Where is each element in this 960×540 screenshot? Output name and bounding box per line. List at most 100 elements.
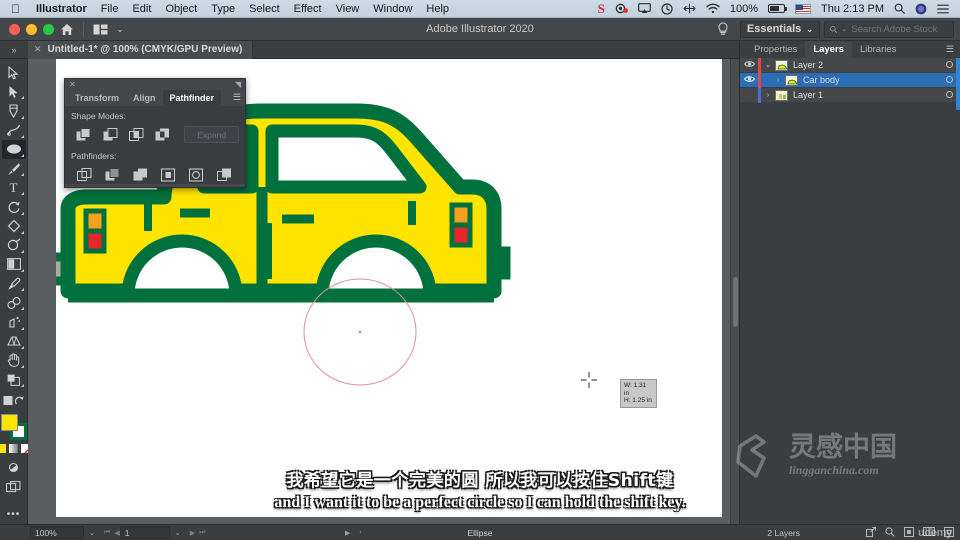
menu-type[interactable]: Type bbox=[204, 0, 242, 18]
collapse-panel-icon[interactable]: » bbox=[0, 41, 28, 59]
back-icon[interactable]: ‹ bbox=[359, 529, 361, 537]
hand-tool[interactable] bbox=[2, 351, 26, 370]
us-flag-icon[interactable] bbox=[790, 3, 816, 14]
trim-button[interactable] bbox=[99, 165, 126, 184]
menu-effect[interactable]: Effect bbox=[287, 0, 329, 18]
apple-logo-icon[interactable]:  bbox=[0, 3, 29, 15]
gradient-swatch-icon[interactable] bbox=[9, 444, 18, 454]
menu-window[interactable]: Window bbox=[366, 0, 419, 18]
blend-tool[interactable] bbox=[2, 293, 26, 312]
layer-row-car-body[interactable]: › Car body bbox=[740, 72, 960, 88]
workspace-switcher[interactable]: Essentials ⌄ bbox=[739, 20, 820, 38]
canvas-vertical-scrollbar[interactable] bbox=[730, 59, 739, 524]
share-icon[interactable] bbox=[866, 526, 876, 539]
menu-edit[interactable]: Edit bbox=[125, 0, 158, 18]
resolution-icon[interactable] bbox=[678, 3, 701, 14]
tab-pathfinder[interactable]: Pathfinder bbox=[162, 90, 222, 106]
paintbrush-tool[interactable] bbox=[2, 159, 26, 178]
visibility-toggle-icon[interactable] bbox=[740, 60, 758, 70]
close-window-button[interactable] bbox=[9, 23, 20, 35]
artboard-icon[interactable] bbox=[904, 526, 914, 539]
layer-name[interactable]: Car body bbox=[803, 75, 938, 85]
home-icon[interactable] bbox=[54, 18, 80, 41]
fill-swatch[interactable] bbox=[0, 414, 18, 432]
draw-mode-icon[interactable] bbox=[2, 458, 26, 477]
minimize-window-button[interactable] bbox=[26, 23, 37, 35]
layer-row-layer1[interactable]: › Layer 1 bbox=[740, 87, 960, 103]
tab-libraries[interactable]: Libraries bbox=[852, 41, 904, 58]
time-machine-icon[interactable] bbox=[656, 2, 678, 15]
gradient-tool[interactable] bbox=[2, 255, 26, 274]
menu-help[interactable]: Help bbox=[419, 0, 456, 18]
unite-button[interactable] bbox=[71, 125, 96, 144]
menu-file[interactable]: File bbox=[94, 0, 126, 18]
tab-transform[interactable]: Transform bbox=[68, 90, 126, 106]
battery-icon[interactable] bbox=[763, 4, 790, 13]
divide-button[interactable] bbox=[71, 165, 98, 184]
fill-stroke-swatches[interactable] bbox=[0, 414, 27, 441]
airplay-icon[interactable] bbox=[633, 3, 656, 14]
expand-button[interactable]: Expand bbox=[184, 126, 240, 143]
curvature-tool[interactable] bbox=[2, 121, 26, 140]
panel-menu-icon[interactable]: ☰ bbox=[946, 45, 954, 54]
layer-name[interactable]: Layer 2 bbox=[793, 60, 938, 70]
minus-back-button[interactable] bbox=[211, 165, 238, 184]
ellipse-tool[interactable] bbox=[1, 139, 26, 159]
width-tool[interactable] bbox=[2, 236, 26, 255]
menu-select[interactable]: Select bbox=[242, 0, 287, 18]
expand-arrow-icon[interactable]: ⌄ bbox=[761, 61, 775, 69]
intersect-button[interactable] bbox=[124, 125, 149, 144]
shaper-tool[interactable] bbox=[2, 217, 26, 236]
layer-name[interactable]: Layer 1 bbox=[793, 90, 938, 100]
play-icon[interactable]: ▶ bbox=[345, 529, 350, 537]
wifi-icon[interactable] bbox=[701, 3, 725, 14]
tab-properties[interactable]: Properties bbox=[746, 41, 805, 58]
skype-icon[interactable]: S bbox=[593, 0, 610, 18]
selection-tool[interactable] bbox=[2, 63, 26, 82]
minus-front-button[interactable] bbox=[97, 125, 122, 144]
search-input[interactable] bbox=[851, 23, 948, 35]
eyedropper-tool[interactable] bbox=[2, 274, 26, 293]
artboard-tool[interactable] bbox=[2, 370, 26, 389]
menu-object[interactable]: Object bbox=[158, 0, 204, 18]
tab-align[interactable]: Align bbox=[126, 90, 163, 106]
menu-view[interactable]: View bbox=[329, 0, 367, 18]
tab-layers[interactable]: Layers bbox=[805, 41, 852, 58]
change-screen-mode-icon[interactable] bbox=[2, 478, 26, 497]
symbol-sprayer-tool[interactable] bbox=[2, 312, 26, 331]
expand-arrow-icon[interactable]: › bbox=[761, 92, 775, 99]
pen-tool[interactable] bbox=[2, 101, 26, 120]
layers-panel-scrollbar[interactable] bbox=[956, 58, 960, 110]
expand-arrow-icon[interactable]: › bbox=[771, 77, 785, 84]
layer-row-layer2[interactable]: ⌄ Layer 2 bbox=[740, 57, 960, 73]
screen-mode-icon[interactable] bbox=[2, 391, 26, 410]
rotate-tool[interactable] bbox=[2, 197, 26, 216]
direct-selection-tool[interactable] bbox=[2, 82, 26, 101]
arrange-documents-icon[interactable] bbox=[87, 18, 113, 41]
lightbulb-icon[interactable] bbox=[710, 18, 736, 41]
siri-icon[interactable] bbox=[910, 3, 932, 15]
scrollbar-thumb[interactable] bbox=[733, 277, 738, 327]
adobe-stock-search[interactable]: ⌄ bbox=[824, 20, 954, 38]
perspective-grid-tool[interactable] bbox=[2, 332, 26, 351]
menu-bar-clock[interactable]: Thu 2:13 PM bbox=[816, 0, 889, 18]
crop-button[interactable] bbox=[155, 165, 182, 184]
merge-button[interactable] bbox=[127, 165, 154, 184]
pathfinder-panel[interactable]: ✕ ◥ Transform Align Pathfinder ☰ Shape M… bbox=[64, 78, 246, 188]
maximize-window-button[interactable] bbox=[43, 23, 54, 35]
collapse-icon[interactable]: ◥ bbox=[235, 80, 241, 89]
visibility-toggle-icon[interactable] bbox=[740, 75, 758, 85]
arrange-caret-icon[interactable]: ⌄ bbox=[113, 18, 127, 41]
menu-illustrator[interactable]: Illustrator bbox=[29, 0, 94, 18]
outline-button[interactable] bbox=[183, 165, 210, 184]
camera-icon[interactable] bbox=[610, 3, 633, 14]
control-center-icon[interactable] bbox=[932, 4, 954, 14]
panel-menu-icon[interactable]: ☰ bbox=[233, 93, 241, 102]
document-tab[interactable]: ✕ Untitled-1* @ 100% (CMYK/GPU Preview) bbox=[28, 40, 254, 59]
more-tools-button[interactable]: ••• bbox=[2, 505, 26, 524]
color-swatch-icon[interactable] bbox=[0, 444, 6, 454]
type-tool[interactable]: T bbox=[2, 178, 26, 197]
close-icon[interactable]: ✕ bbox=[34, 44, 42, 55]
search-icon[interactable] bbox=[889, 3, 910, 14]
search-icon[interactable] bbox=[885, 526, 895, 539]
